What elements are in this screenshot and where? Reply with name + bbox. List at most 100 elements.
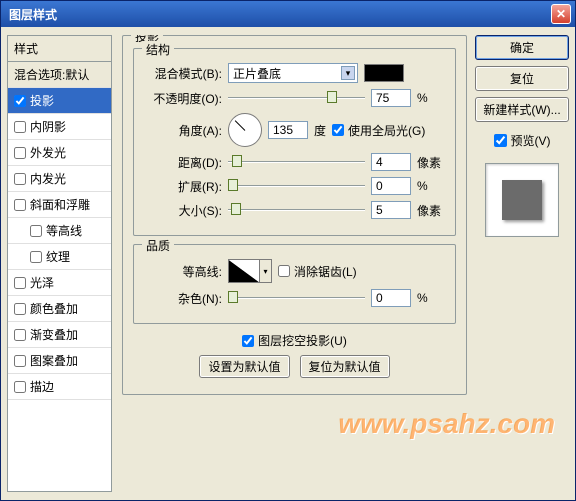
preview-box — [485, 163, 559, 237]
drop-shadow-group: 投影 结构 混合模式(B): 正片叠底 ▾ 不透明度(O): — [122, 35, 467, 395]
reset-default-button[interactable]: 复位为默认值 — [300, 355, 390, 378]
distance-input[interactable] — [371, 153, 411, 171]
sidebar-header: 样式 — [8, 36, 111, 62]
angle-dial[interactable] — [228, 113, 262, 147]
style-sidebar: 样式 混合选项:默认 投影 内阴影 外发光 内发光 斜面和浮 — [7, 35, 112, 492]
contour-swatch-icon — [228, 259, 260, 283]
noise-row: 杂色(N): % — [144, 289, 445, 307]
sidebar-item-outer-glow[interactable]: 外发光 — [8, 140, 111, 166]
quality-title: 品质 — [142, 237, 174, 254]
spread-label: 扩展(R): — [144, 178, 222, 195]
set-default-button[interactable]: 设置为默认值 — [199, 355, 289, 378]
checkbox-satin[interactable] — [14, 277, 26, 289]
sidebar-item-inner-shadow[interactable]: 内阴影 — [8, 114, 111, 140]
opacity-slider[interactable] — [228, 89, 365, 107]
right-panel: 确定 复位 新建样式(W)... 预览(V) — [471, 35, 569, 492]
sidebar-item-pattern-overlay[interactable]: 图案叠加 — [8, 348, 111, 374]
checkbox-contour[interactable] — [30, 225, 42, 237]
distance-slider[interactable] — [228, 153, 365, 171]
preview-check[interactable]: 预览(V) — [475, 132, 569, 149]
slider-thumb-icon[interactable] — [327, 91, 337, 103]
global-light-checkbox[interactable] — [332, 124, 344, 136]
titlebar[interactable]: 图层样式 ✕ — [1, 1, 575, 27]
size-row: 大小(S): 像素 — [144, 201, 445, 219]
preview-checkbox[interactable] — [494, 134, 507, 147]
sidebar-item-bevel-emboss[interactable]: 斜面和浮雕 — [8, 192, 111, 218]
contour-row: 等高线: ▾ 消除锯齿(L) — [144, 259, 445, 283]
blend-mode-label: 混合模式(B): — [144, 65, 222, 82]
default-buttons-row: 设置为默认值 复位为默认值 — [133, 355, 456, 378]
angle-line-icon — [235, 120, 246, 131]
global-light-check[interactable]: 使用全局光(G) — [332, 122, 425, 139]
knockout-row: 图层挖空投影(U) — [133, 332, 456, 349]
chevron-down-icon: ▾ — [341, 66, 355, 80]
ok-button[interactable]: 确定 — [475, 35, 569, 60]
checkbox-texture[interactable] — [30, 251, 42, 263]
structure-title: 结构 — [142, 41, 174, 58]
checkbox-inner-glow[interactable] — [14, 173, 26, 185]
slider-thumb-icon[interactable] — [232, 155, 242, 167]
spread-unit: % — [417, 179, 445, 193]
sidebar-item-stroke[interactable]: 描边 — [8, 374, 111, 400]
contour-picker[interactable]: ▾ — [228, 259, 272, 283]
noise-slider[interactable] — [228, 289, 365, 307]
checkbox-color-overlay[interactable] — [14, 303, 26, 315]
opacity-row: 不透明度(O): % — [144, 89, 445, 107]
checkbox-bevel-emboss[interactable] — [14, 199, 26, 211]
slider-thumb-icon[interactable] — [228, 291, 238, 303]
sidebar-blend-options[interactable]: 混合选项:默认 — [8, 62, 111, 88]
sidebar-item-texture[interactable]: 纹理 — [8, 244, 111, 270]
sidebar-item-gradient-overlay[interactable]: 渐变叠加 — [8, 322, 111, 348]
checkbox-drop-shadow[interactable] — [14, 95, 26, 107]
close-icon: ✕ — [556, 7, 566, 21]
checkbox-stroke[interactable] — [14, 381, 26, 393]
angle-input[interactable] — [268, 121, 308, 139]
sidebar-item-color-overlay[interactable]: 颜色叠加 — [8, 296, 111, 322]
slider-thumb-icon[interactable] — [228, 179, 238, 191]
contour-label: 等高线: — [144, 263, 222, 280]
cancel-button[interactable]: 复位 — [475, 66, 569, 91]
size-slider[interactable] — [228, 201, 365, 219]
spread-input[interactable] — [371, 177, 411, 195]
layer-style-dialog: 图层样式 ✕ 样式 混合选项:默认 投影 内阴影 外发光 — [0, 0, 576, 501]
opacity-label: 不透明度(O): — [144, 90, 222, 107]
distance-label: 距离(D): — [144, 154, 222, 171]
sidebar-item-satin[interactable]: 光泽 — [8, 270, 111, 296]
structure-group: 结构 混合模式(B): 正片叠底 ▾ 不透明度(O): — [133, 48, 456, 236]
size-label: 大小(S): — [144, 202, 222, 219]
distance-row: 距离(D): 像素 — [144, 153, 445, 171]
angle-row: 角度(A): 度 使用全局光(G) — [144, 113, 445, 147]
noise-label: 杂色(N): — [144, 290, 222, 307]
knockout-check[interactable]: 图层挖空投影(U) — [242, 332, 347, 349]
sidebar-item-contour[interactable]: 等高线 — [8, 218, 111, 244]
size-input[interactable] — [371, 201, 411, 219]
slider-thumb-icon[interactable] — [231, 203, 241, 215]
spread-slider[interactable] — [228, 177, 365, 195]
checkbox-inner-shadow[interactable] — [14, 121, 26, 133]
checkbox-gradient-overlay[interactable] — [14, 329, 26, 341]
noise-input[interactable] — [371, 289, 411, 307]
antialias-checkbox[interactable] — [278, 265, 290, 277]
new-style-button[interactable]: 新建样式(W)... — [475, 97, 569, 122]
distance-unit: 像素 — [417, 154, 445, 171]
sidebar-item-drop-shadow[interactable]: 投影 — [8, 88, 111, 114]
sidebar-item-inner-glow[interactable]: 内发光 — [8, 166, 111, 192]
angle-unit: 度 — [314, 122, 326, 139]
knockout-checkbox[interactable] — [242, 335, 254, 347]
checkbox-pattern-overlay[interactable] — [14, 355, 26, 367]
opacity-input[interactable] — [371, 89, 411, 107]
antialias-check[interactable]: 消除锯齿(L) — [278, 263, 357, 280]
angle-label: 角度(A): — [144, 122, 222, 139]
shadow-color-swatch[interactable] — [364, 64, 404, 82]
chevron-down-icon: ▾ — [260, 259, 272, 283]
dialog-content: 样式 混合选项:默认 投影 内阴影 外发光 内发光 斜面和浮 — [1, 27, 575, 500]
checkbox-outer-glow[interactable] — [14, 147, 26, 159]
quality-group: 品质 等高线: ▾ 消除锯齿(L) 杂色(N): — [133, 244, 456, 324]
main-panel: 投影 结构 混合模式(B): 正片叠底 ▾ 不透明度(O): — [118, 35, 471, 492]
close-button[interactable]: ✕ — [551, 4, 571, 24]
spread-row: 扩展(R): % — [144, 177, 445, 195]
preview-swatch-icon — [502, 180, 542, 220]
blend-mode-select[interactable]: 正片叠底 ▾ — [228, 63, 358, 83]
blend-mode-row: 混合模式(B): 正片叠底 ▾ — [144, 63, 445, 83]
noise-unit: % — [417, 291, 445, 305]
